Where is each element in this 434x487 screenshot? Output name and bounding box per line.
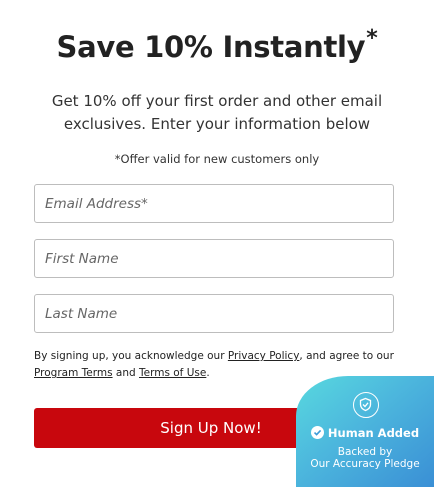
legal-text-part: and [112,367,139,379]
badge-title: Human Added [327,426,420,440]
shield-check-icon [353,392,379,418]
title-asterisk: * [366,26,378,51]
check-circle-icon [310,426,324,439]
first-name-field[interactable] [34,239,394,278]
email-field[interactable] [34,184,394,223]
title-text: Save 10% Instantly [56,30,366,64]
badge-line-2: Our Accuracy Pledge [310,458,420,470]
subtitle: Get 10% off your first order and other e… [51,92,383,133]
legal-text-part: . [206,367,210,379]
program-terms-link[interactable]: Program Terms [34,367,113,379]
offer-note: *Offer valid for new customers only [114,152,320,166]
badge-title-row: Human Added [296,426,434,440]
privacy-policy-link[interactable]: Privacy Policy [228,350,300,362]
terms-of-use-link[interactable]: Terms of Use [139,367,206,379]
page-title: Save 10% Instantly* [0,26,434,64]
last-name-field[interactable] [34,294,394,333]
legal-text-part: By signing up, you acknowledge our [34,350,228,362]
human-added-badge[interactable]: Human Added Backed by Our Accuracy Pledg… [296,376,434,487]
legal-text-part: , and agree to our [299,350,394,362]
